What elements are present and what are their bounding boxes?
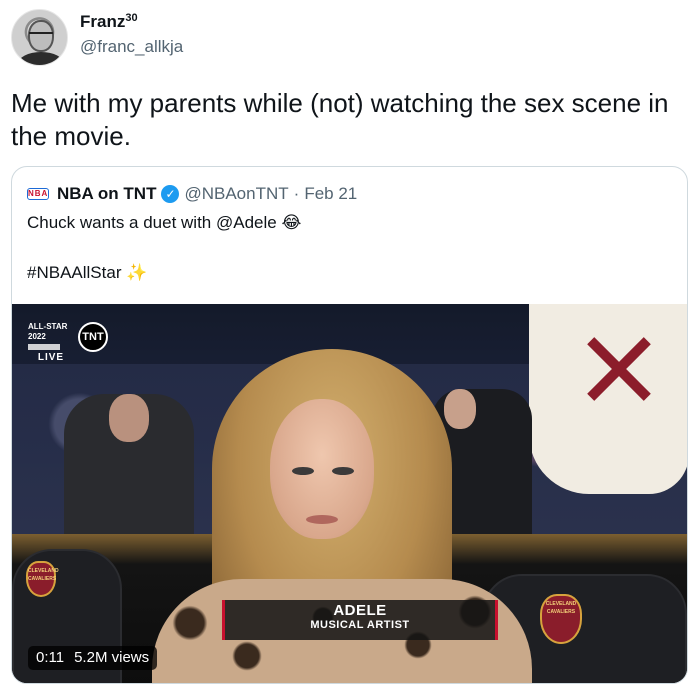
name-caption: ADELE MUSICAL ARTIST — [222, 600, 498, 640]
tnt-logo-icon: TNT — [78, 322, 108, 352]
avatar-glasses-shape — [29, 32, 53, 38]
quoted-author-logo[interactable]: NBA — [27, 188, 49, 200]
verified-badge-icon: ✓ — [161, 185, 180, 203]
quoted-tweet-text: Chuck wants a duet with @Adele 😂 — [27, 213, 301, 233]
live-indicator: LIVE — [37, 352, 65, 363]
quoted-tweet-text-body: Chuck wants a duet with @Adele — [27, 213, 277, 232]
mascot-jersey — [529, 304, 687, 494]
allstar-logo-text: ALL-STAR 2022 — [28, 322, 68, 341]
caption-name: ADELE — [333, 602, 387, 619]
lips-shape — [306, 515, 338, 524]
allstar-logo: ALL-STAR 2022 LIVE — [28, 322, 74, 363]
quoted-tweet-card[interactable]: NBA NBA on TNT ✓ @NBAonTNT · Feb 21 Chuc… — [11, 166, 688, 684]
video-view-count: 5.2M views — [74, 649, 150, 666]
separator-dot: · — [293, 184, 300, 203]
avatar[interactable] — [11, 9, 68, 66]
caption-role: MUSICAL ARTIST — [310, 619, 410, 631]
author-name-text: Franz — [80, 12, 126, 31]
right-eye-shape — [332, 467, 354, 475]
avatar-body-shape — [18, 52, 64, 65]
hashtag-link[interactable]: #NBAAllStar — [27, 263, 121, 282]
video-player[interactable]: CLEVELAND CAVALIERS CLEVELAND CAVALIERS … — [12, 304, 687, 683]
allstar-city-bar — [28, 344, 60, 350]
quoted-tweet-date[interactable]: Feb 21 — [304, 184, 357, 204]
quoted-tweet-hashtag-line: #NBAAllStar ✨ — [27, 263, 147, 283]
quoted-author-name[interactable]: NBA on TNT — [57, 184, 156, 204]
crying-laughing-emoji-icon: 😂 — [281, 213, 302, 233]
left-eye-shape — [292, 467, 314, 475]
quoted-tweet-header: NBA NBA on TNT ✓ @NBAonTNT · Feb 21 — [27, 184, 362, 204]
tweet-text: Me with my parents while (not) watching … — [11, 88, 669, 151]
sparkle-star-icon: ✨ — [126, 263, 148, 283]
author-handle[interactable]: @franc_allkja — [80, 37, 183, 57]
face-shape — [270, 399, 374, 539]
video-duration: 0:11 — [36, 649, 65, 666]
video-stats-pill: 0:11 5.2M views — [28, 646, 158, 670]
cavaliers-logo-icon: CLEVELAND CAVALIERS — [26, 561, 59, 597]
author-name-superscript: 30 — [125, 12, 138, 24]
quoted-author-handle[interactable]: @NBAonTNT — [184, 184, 288, 204]
cavaliers-logo-icon: CLEVELAND CAVALIERS — [540, 594, 582, 644]
broadcast-bug: ALL-STAR 2022 LIVE TNT — [28, 322, 108, 363]
author-display-name[interactable]: Franz30 — [80, 12, 138, 32]
